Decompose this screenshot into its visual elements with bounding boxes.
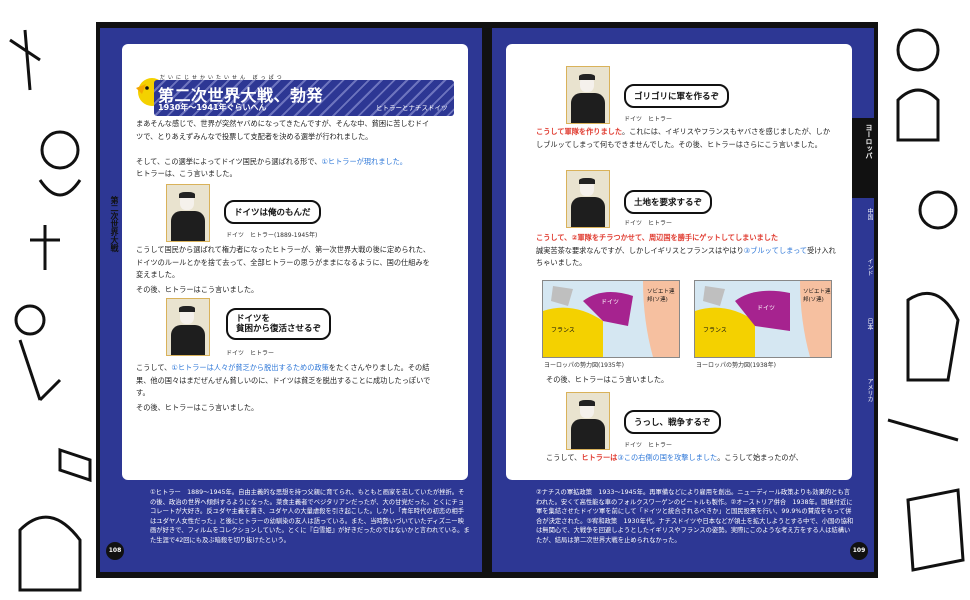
photo-caption-4: ドイツ ヒトラー	[624, 220, 673, 227]
map-label-ussr: ソビエト連邦(ソ連)	[647, 289, 675, 303]
speech-bubble-5: うっし、戦争するぞ	[624, 410, 721, 434]
doodle-right	[887, 28, 965, 572]
title-subtitle: ヒトラーとナチスドイツ	[376, 104, 448, 112]
hitler-portrait	[166, 298, 210, 356]
map-caption-1935: ヨーロッパの勢力図(1935年)	[544, 362, 624, 369]
hitler-portrait	[566, 170, 610, 228]
photo-caption-2: ドイツ ヒトラー	[226, 350, 275, 357]
paragraph-after: その後、ヒトラーはこう言いました。	[546, 375, 669, 384]
paragraph-7: その後、ヒトラーはこう言いました。	[136, 403, 259, 412]
photo-caption-3: ドイツ ヒトラー	[624, 116, 673, 123]
section-title-bar: だいにじせかいたいせん ぼっぱつ 第二次世界大戦、勃発 1930年〜1941年ぐ…	[144, 75, 464, 116]
speech-bubble-3: ゴリゴリに軍を作るぞ	[624, 84, 730, 108]
tab-china[interactable]: 中国	[852, 208, 874, 220]
hitler-portrait	[166, 184, 210, 242]
tab-india[interactable]: インド	[852, 258, 874, 276]
tab-japan[interactable]: 日本	[852, 318, 874, 330]
speech-bubble-2: ドイツを 貧困から復活させるぞ	[226, 308, 332, 340]
title-ruby: だいにじせかいたいせん ぼっぱつ	[160, 75, 285, 81]
highlight-hitler: ①ヒトラーが現れました。	[321, 157, 407, 166]
photo-caption-1: ドイツ ヒトラー(1889-1945年)	[226, 232, 318, 239]
left-footnotes: ①ヒトラー 1889〜1945年。自由主義的な思想を持つ父親に育てられ、もともと…	[150, 489, 470, 544]
tab-america[interactable]: アメリカ	[852, 378, 874, 402]
paragraph-4: こうして国民から選ばれて権力者になったヒトラーが、第一次世界大戦の後に定められた…	[136, 245, 431, 279]
map-label-france: フランス	[551, 327, 575, 334]
highlight-policies: ①ヒトラーは人々が貧乏から脱出するための政策	[171, 363, 329, 372]
chapter-label: 第二次世界大戦	[110, 196, 119, 252]
paragraph-6: こうして、①ヒトラーは人々が貧乏から脱出するための政策をたくさんやりました。その…	[136, 363, 431, 397]
paragraph-5: その後、ヒトラーはこう言いました。	[136, 285, 259, 294]
map-label-germany: ドイツ	[757, 305, 776, 312]
page-number: 108	[106, 542, 124, 560]
map-label-ussr: ソビエト連邦(ソ連)	[803, 289, 831, 303]
paragraph-land: こうして、②軍隊をチラつかせて、周辺国を勝手にゲットしてしまいました 誠実苦茶な要…	[536, 233, 836, 267]
speech-bubble-1: ドイツは俺のもんだ	[224, 200, 321, 224]
map-caption-1938: ヨーロッパの勢力図(1938年)	[696, 362, 776, 369]
paragraph-1: まあそんな感じで、世界が突然ヤバめになってきたんですが、そんな中、貧困に苦しむド…	[136, 119, 430, 141]
page-number: 109	[850, 542, 868, 560]
tab-europe[interactable]: ヨーロッパ	[852, 124, 874, 159]
paragraph-rearm: こうして軍隊を作りました。これには、イギリスやフランスもヤバさを感じましたが、し…	[536, 127, 831, 149]
hitler-portrait	[566, 66, 610, 124]
right-footnotes: ②ナチスの軍拡政策 1933〜1945年。再軍備などにより雇用を創出。ニューディ…	[536, 489, 854, 544]
europe-map-1938: フランス ドイツ ソビエト連邦(ソ連)	[694, 280, 832, 358]
doodle-left	[9, 29, 92, 592]
map-label-france: フランス	[703, 327, 727, 334]
hitler-portrait	[566, 392, 610, 450]
photo-caption-5: ドイツ ヒトラー	[624, 442, 673, 449]
title-years: 1930年〜1941年ぐらいへん	[158, 103, 267, 112]
map-label-germany: ドイツ	[601, 299, 620, 306]
paragraph-3: ヒトラーは、こう言いました。	[136, 169, 237, 178]
europe-map-1935: フランス ドイツ ソビエト連邦(ソ連)	[542, 280, 680, 358]
paragraph-war: こうして、ヒトラーは③この右側の国を攻撃しました。こうして始まったのが、	[546, 453, 803, 462]
paragraph-2: そして、この選挙によってドイツ国民から選ばれる形で、①ヒトラーが現れました。	[136, 157, 407, 166]
speech-bubble-4: 土地を要求するぞ	[624, 190, 713, 214]
